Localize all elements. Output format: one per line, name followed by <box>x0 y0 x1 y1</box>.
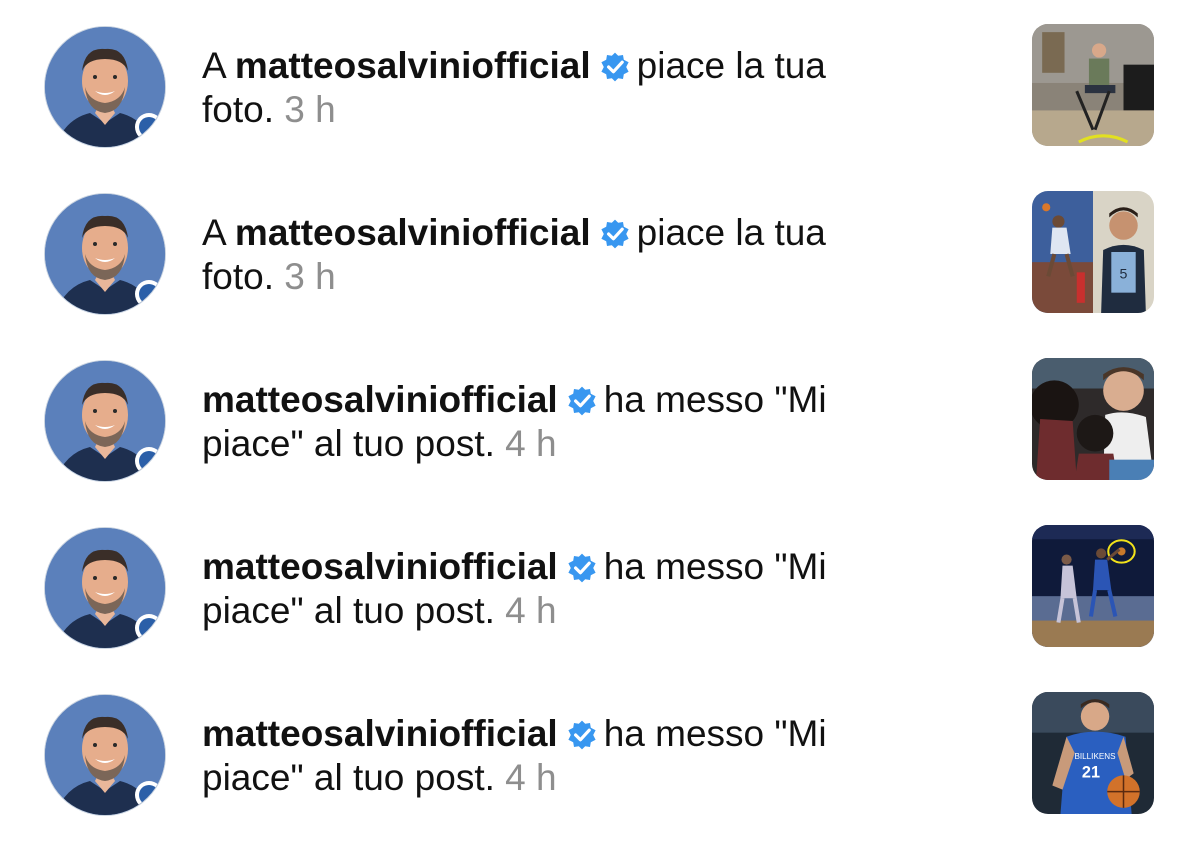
action-text: piace la tua <box>636 212 826 253</box>
action-text-line2: piace" al tuo post. <box>202 423 495 464</box>
avatar[interactable] <box>44 193 166 315</box>
username-link[interactable]: matteosalviniofficial <box>235 212 591 253</box>
post-thumbnail[interactable] <box>1032 24 1154 146</box>
notification-row[interactable]: matteosalviniofficial ha messo "Mi piace"… <box>0 358 1199 488</box>
notification-row[interactable]: A matteosalviniofficial piace la tua foto… <box>0 191 1199 321</box>
action-text: ha messo "Mi <box>603 546 827 587</box>
notification-text: A matteosalviniofficial piace la tua foto… <box>202 44 902 132</box>
username-link[interactable]: matteosalviniofficial <box>202 546 558 587</box>
action-text: ha messo "Mi <box>603 379 827 420</box>
activity-list: A matteosalviniofficial piace la tua foto… <box>0 0 1199 848</box>
post-thumbnail[interactable]: BILLIKENS 21 <box>1032 692 1154 814</box>
username-link[interactable]: matteosalviniofficial <box>235 45 591 86</box>
svg-text:BILLIKENS: BILLIKENS <box>1074 752 1116 761</box>
notification-text: A matteosalviniofficial piace la tua foto… <box>202 211 902 299</box>
notification-text: matteosalviniofficial ha messo "Mi piace"… <box>202 378 902 466</box>
post-thumbnail[interactable]: 5 <box>1032 191 1154 313</box>
prefix-text: A <box>202 45 225 86</box>
notification-text: matteosalviniofficial ha messo "Mi piace"… <box>202 712 902 800</box>
timestamp: 4 h <box>505 590 557 631</box>
verified-badge-icon <box>566 719 598 751</box>
notification-row[interactable]: A matteosalviniofficial piace la tua foto… <box>0 24 1199 154</box>
action-text-line2: piace" al tuo post. <box>202 757 495 798</box>
verified-badge-icon <box>566 552 598 584</box>
notification-row[interactable]: matteosalviniofficial ha messo "Mi piace"… <box>0 692 1199 822</box>
svg-text:21: 21 <box>1082 763 1100 781</box>
verified-badge-icon <box>599 51 631 83</box>
action-text: piace la tua <box>636 45 826 86</box>
action-text: ha messo "Mi <box>603 713 827 754</box>
action-text-line2: piace" al tuo post. <box>202 590 495 631</box>
action-text-line2: foto. <box>202 256 274 297</box>
timestamp: 3 h <box>284 89 336 130</box>
action-text-line2: foto. <box>202 89 274 130</box>
verified-badge-icon <box>566 385 598 417</box>
verified-badge-icon <box>599 218 631 250</box>
avatar[interactable] <box>44 360 166 482</box>
notification-row[interactable]: matteosalviniofficial ha messo "Mi piace"… <box>0 525 1199 655</box>
avatar[interactable] <box>44 527 166 649</box>
post-thumbnail[interactable] <box>1032 525 1154 647</box>
prefix-text: A <box>202 212 225 253</box>
post-thumbnail[interactable] <box>1032 358 1154 480</box>
timestamp: 3 h <box>284 256 336 297</box>
username-link[interactable]: matteosalviniofficial <box>202 379 558 420</box>
svg-text:5: 5 <box>1120 266 1128 282</box>
username-link[interactable]: matteosalviniofficial <box>202 713 558 754</box>
timestamp: 4 h <box>505 757 557 798</box>
avatar[interactable] <box>44 26 166 148</box>
timestamp: 4 h <box>505 423 557 464</box>
notification-text: matteosalviniofficial ha messo "Mi piace"… <box>202 545 902 633</box>
avatar[interactable] <box>44 694 166 816</box>
